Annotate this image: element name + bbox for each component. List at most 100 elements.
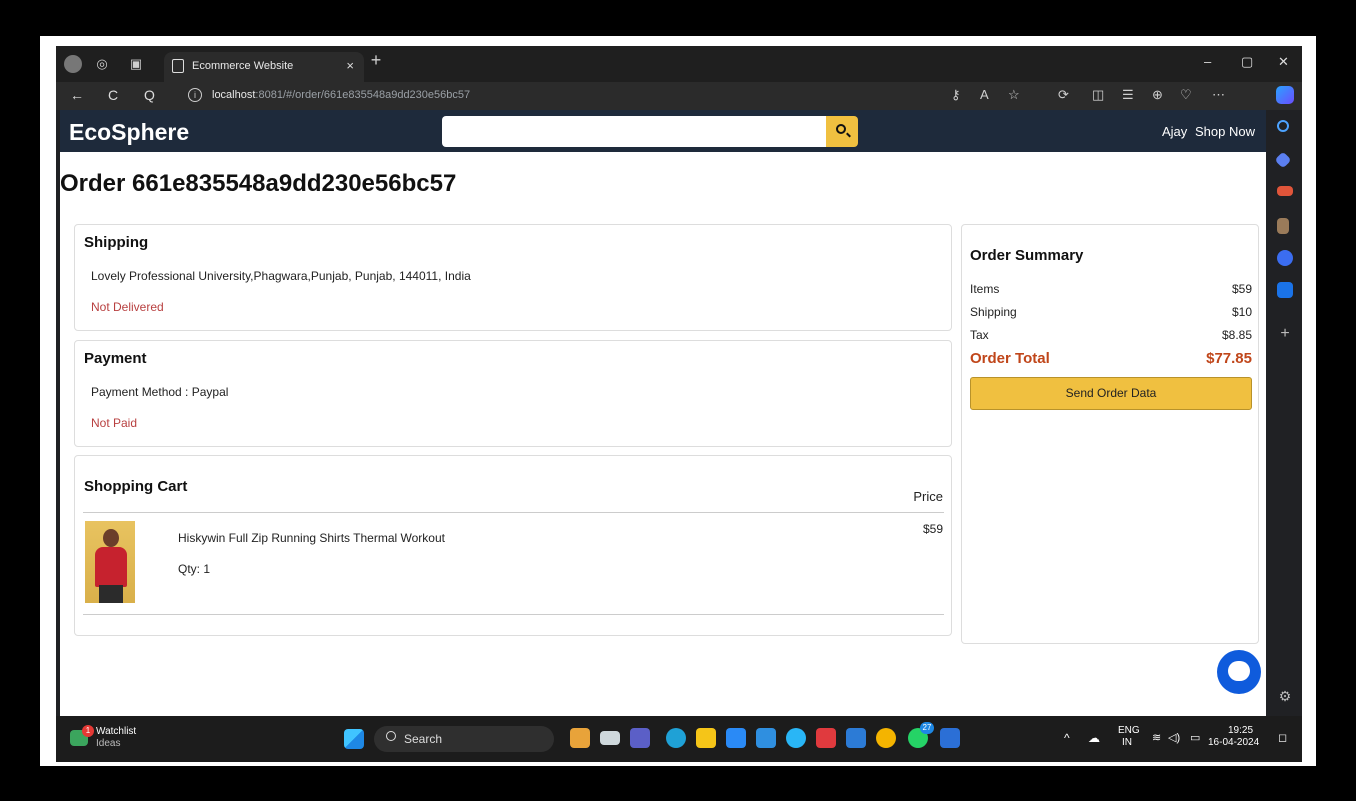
site-search-input[interactable] (442, 116, 826, 147)
heart-icon[interactable]: ♡ (1180, 87, 1192, 103)
payment-method: Payment Method : Paypal (91, 385, 229, 399)
sidebar-add-icon[interactable]: + (1277, 326, 1293, 342)
start-button-icon[interactable] (344, 729, 364, 749)
browser-window: ◎ ▣ Ecommerce Website × + – ▢ ✕ ← C Q i … (56, 46, 1302, 762)
close-window-button[interactable]: ✕ (1278, 54, 1289, 70)
split-screen-icon[interactable]: ◫ (1092, 87, 1104, 103)
app-edge-icon[interactable] (666, 728, 686, 748)
taskbar-search-icon (386, 731, 396, 741)
items-value: $59 (1231, 282, 1252, 296)
tray-chevron-icon[interactable]: ^ (1064, 731, 1070, 745)
copilot-icon[interactable] (1276, 86, 1294, 104)
wifi-icon[interactable]: ≋ (1152, 731, 1161, 744)
site-search-button[interactable] (826, 116, 858, 147)
summary-tax-row: Tax $8.85 (970, 328, 1252, 342)
maximize-button[interactable]: ▢ (1241, 54, 1253, 70)
shipping-heading: Shipping (84, 234, 149, 251)
whatsapp-badge: 27 (920, 722, 934, 734)
summary-heading: Order Summary (970, 247, 1084, 264)
reload-icon[interactable]: C (108, 87, 118, 103)
product-qty: Qty: 1 (178, 562, 211, 576)
items-label: Items (970, 282, 1000, 296)
url-path: :8081/#/order/661e835548a9dd230e56bc57 (255, 89, 471, 101)
sidebar-tools-icon[interactable] (1277, 186, 1293, 196)
payment-status: Not Paid (91, 416, 138, 430)
clock-time[interactable]: 19:25 (1228, 725, 1253, 736)
collections-icon[interactable]: ⊕ (1152, 87, 1163, 103)
shipping-label: Shipping (970, 305, 1017, 319)
tax-value: $8.85 (1221, 328, 1252, 342)
search-icon[interactable]: Q (144, 87, 155, 103)
order-total-label: Order Total (970, 350, 1050, 367)
web-page: EcoSphere Ajay Shop Now Order 661e835548… (60, 110, 1266, 716)
cart-card: Shopping Cart Price Hiskywin Full Zip Ru… (74, 455, 952, 636)
delivery-status: Not Delivered (91, 300, 164, 314)
tab-bar: ◎ ▣ Ecommerce Website × + – ▢ ✕ (56, 46, 1302, 82)
app-explorer-icon[interactable] (696, 728, 716, 748)
product-figure-legs (99, 585, 123, 603)
app-teams-icon[interactable] (630, 728, 650, 748)
browser-tab[interactable]: Ecommerce Website × (164, 52, 364, 82)
send-order-data-button[interactable]: Send Order Data (970, 377, 1252, 410)
key-icon[interactable]: ⚷ (951, 87, 961, 103)
profile-avatar-icon[interactable] (64, 55, 82, 73)
volume-icon[interactable]: ◁) (1168, 731, 1180, 744)
price-column-header: Price (913, 489, 943, 504)
product-image[interactable] (85, 521, 135, 603)
app-taskview-icon[interactable] (600, 731, 620, 745)
workspaces-icon[interactable]: ◎ (94, 56, 110, 72)
sidebar-search-icon[interactable] (1277, 120, 1289, 132)
app-store-icon[interactable] (726, 728, 746, 748)
product-name[interactable]: Hiskywin Full Zip Running Shirts Thermal… (178, 531, 445, 545)
widget-subtitle: Ideas (96, 738, 121, 749)
minimize-button[interactable]: – (1204, 54, 1211, 69)
back-icon[interactable]: ← (70, 87, 84, 103)
shipping-value: $10 (1231, 305, 1252, 319)
page-icon (172, 59, 184, 73)
taskbar-search[interactable]: Search (374, 726, 554, 752)
app-copilot-icon[interactable] (570, 728, 590, 748)
brand-logo[interactable]: EcoSphere (69, 119, 189, 146)
sidebar-outlook-icon[interactable] (1277, 282, 1293, 298)
shipping-address: Lovely Professional University,Phagwara,… (91, 269, 471, 283)
taskbar-search-label: Search (404, 732, 443, 746)
sidebar-copilot-icon[interactable] (1277, 250, 1293, 266)
clock-date[interactable]: 16-04-2024 (1208, 737, 1259, 748)
chat-bubble-icon[interactable] (1217, 650, 1261, 694)
onedrive-icon[interactable]: ☁ (1088, 731, 1100, 745)
product-figure-shirt (95, 547, 127, 587)
url-host: localhost (212, 89, 256, 101)
more-menu-icon[interactable]: ⋯ (1212, 87, 1225, 103)
user-menu-link[interactable]: Ajay (1162, 124, 1187, 139)
url-field[interactable]: i localhost:8081/#/order/661e835548a9dd2… (174, 85, 1044, 107)
site-header: EcoSphere Ajay Shop Now (60, 110, 1266, 152)
favorites-icon[interactable]: ☰ (1122, 87, 1134, 103)
cart-heading: Shopping Cart (84, 478, 188, 495)
app-word-icon[interactable] (940, 728, 960, 748)
tab-close-icon[interactable]: × (346, 58, 354, 73)
app-chrome-canary-icon[interactable] (786, 728, 806, 748)
tab-actions-icon[interactable]: ▣ (128, 56, 144, 72)
tab-title: Ecommerce Website (192, 60, 294, 72)
lang-label[interactable]: ENG (1118, 725, 1140, 736)
cart-bottom-divider (83, 614, 944, 615)
app-chrome-icon[interactable] (876, 728, 896, 748)
read-aloud-icon[interactable]: A (980, 87, 989, 102)
app-vscode-icon[interactable] (846, 728, 866, 748)
new-tab-button[interactable]: + (368, 51, 384, 69)
app-mcafee-icon[interactable] (816, 728, 836, 748)
widget-badge: 1 (82, 725, 94, 737)
notification-icon[interactable]: ◻ (1278, 731, 1287, 744)
favorite-star-icon[interactable]: ☆ (1008, 87, 1020, 103)
extensions-icon[interactable]: ⟳ (1058, 87, 1069, 103)
widget-title[interactable]: Watchlist (96, 726, 136, 737)
address-bar-row: ← C Q i localhost:8081/#/order/661e83554… (56, 82, 1302, 110)
site-info-icon[interactable]: i (188, 88, 202, 102)
shop-now-link[interactable]: Shop Now (1195, 124, 1255, 139)
sidebar-people-icon[interactable] (1277, 218, 1289, 234)
payment-card: Payment Payment Method : Paypal Not Paid (74, 340, 952, 447)
app-mysql-icon[interactable] (756, 728, 776, 748)
sidebar-tag-icon[interactable] (1274, 151, 1292, 169)
sidebar-settings-icon[interactable]: ⚙ (1277, 688, 1293, 704)
battery-icon[interactable]: ▭ (1190, 731, 1200, 744)
